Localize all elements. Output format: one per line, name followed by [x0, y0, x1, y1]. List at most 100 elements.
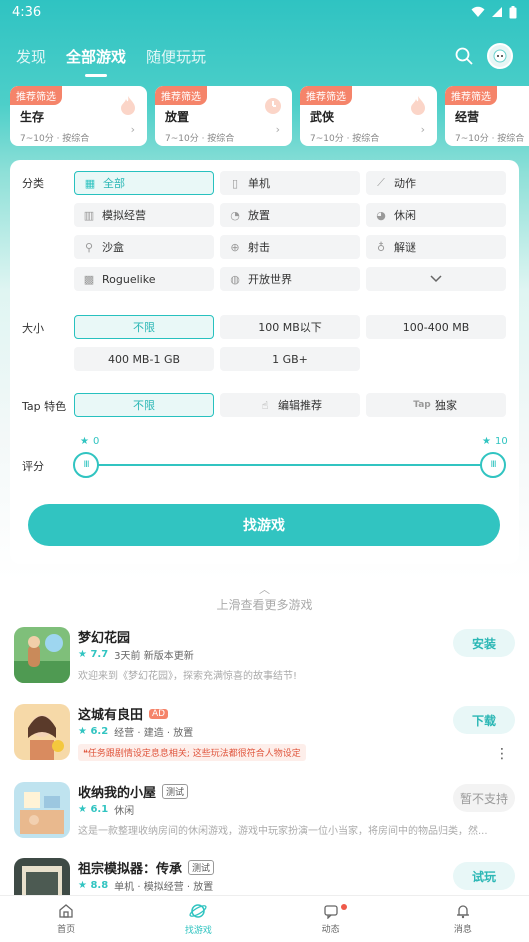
game-icon[interactable] [14, 782, 70, 838]
chip-label: 射击 [248, 241, 270, 254]
chevron-right-icon: › [275, 123, 280, 136]
size-label: 大小 [22, 322, 44, 335]
preset-meta: 7~10分 · 按综合 [20, 134, 90, 144]
chip-label: 动作 [394, 177, 416, 190]
preset-card-management[interactable]: 推荐筛选 经营 7~10分 · 按综合 [445, 86, 529, 146]
preset-card-idle[interactable]: 推荐筛选 放置 7~10分 · 按综合 › [155, 86, 292, 146]
bell-icon [456, 905, 469, 919]
game-meta: ★ 7.7 3天前 新版本更新 [78, 647, 194, 662]
size-chip-100-400mb[interactable]: 100-400 MB [366, 315, 506, 339]
category-expand-button[interactable] [366, 267, 506, 291]
game-title-text: 梦幻花园 [78, 631, 131, 646]
game-icon[interactable] [14, 627, 70, 683]
tap-chip-exclusive[interactable]: Tap 独家 [366, 393, 506, 417]
game-icon[interactable] [14, 704, 70, 760]
category-chip-casual[interactable]: ◕ 休闲 [366, 203, 506, 227]
category-chip-puzzle[interactable]: ♁ 解谜 [366, 235, 506, 259]
preset-card-survival[interactable]: 推荐筛选 生存 7~10分 · 按综合 › [10, 86, 147, 146]
wifi-icon [471, 6, 485, 17]
chip-label: 沙盒 [102, 241, 124, 254]
rating-max-value: ★ 10 [482, 436, 508, 447]
rating-min-value: ★ 0 [80, 436, 99, 447]
warning-text: 任务跟剧情设定息息相关; 这些玩法都很符合人物设定 [87, 749, 301, 759]
avatar[interactable] [487, 43, 513, 69]
game-list-item[interactable]: 收纳我的小屋 测试 ★ 6.1 休闲 这是一款整理收纳房间的休闲游戏，游戏中玩家… [14, 782, 519, 842]
download-button[interactable]: 下载 [453, 706, 515, 734]
category-chip-roguelike[interactable]: ▩ Roguelike [74, 267, 214, 291]
tab-discover[interactable]: 发现 [16, 46, 46, 67]
find-game-button[interactable]: 找游戏 [28, 504, 500, 546]
game-title-text: 收纳我的小屋 [78, 786, 157, 801]
notification-dot [341, 904, 348, 910]
rating-min-text: 0 [92, 436, 100, 447]
size-chip-any[interactable]: 不限 [74, 315, 214, 339]
category-chip-sandbox[interactable]: ⚲ 沙盒 [74, 235, 214, 259]
size-chip-under-100mb[interactable]: 100 MB以下 [220, 315, 360, 339]
battery-icon [509, 5, 517, 18]
status-time: 4:36 [12, 4, 42, 20]
sword-icon: ⟋ [377, 176, 385, 189]
try-play-button[interactable]: 试玩 [453, 862, 515, 890]
size-chip-400mb-1gb[interactable]: 400 MB-1 GB [74, 347, 214, 371]
game-rating: ★ 8.8 [78, 880, 109, 891]
test-badge: 测试 [188, 860, 215, 875]
alarm-clock-icon [265, 98, 281, 114]
category-chip-all[interactable]: ▦ 全部 [74, 171, 214, 195]
tab-random-play[interactable]: 随便玩玩 [146, 46, 206, 67]
game-title-text: 祖宗模拟器：传承 [78, 862, 183, 877]
home-icon [59, 904, 73, 918]
category-chip-action[interactable]: ⟋ 动作 [366, 171, 506, 195]
game-meta-text: 休闲 [114, 806, 135, 817]
game-list-item[interactable]: 这城有良田 AD ★ 6.2 经营 · 建造 · 放置 ❝任务跟剧情设定息息相关… [14, 704, 519, 766]
game-title: 收纳我的小屋 测试 [78, 782, 189, 801]
category-chip-open-world[interactable]: ◍ 开放世界 [220, 267, 360, 291]
tap-chip-editor-pick[interactable]: ☝ 编辑推荐 [220, 393, 360, 417]
star-icon: ★ [482, 436, 491, 447]
category-chip-idle[interactable]: ◔ 放置 [220, 203, 360, 227]
category-chip-shooter[interactable]: ⊕ 射击 [220, 235, 360, 259]
preset-tag: 推荐筛选 [10, 86, 62, 105]
chevron-right-icon: › [420, 123, 425, 136]
more-options-icon[interactable]: ⋮ [495, 746, 509, 762]
chip-label: 放置 [248, 209, 270, 222]
gamepad-icon: ▯ [231, 176, 239, 190]
install-button[interactable]: 安装 [453, 629, 515, 657]
chevron-up-icon: ︿ [259, 583, 270, 596]
shovel-icon: ⚲ [84, 240, 94, 254]
swipe-hint-text: 上滑查看更多游戏 [216, 598, 313, 612]
flame-icon [411, 96, 425, 115]
preset-meta: 7~10分 · 按综合 [455, 134, 525, 144]
chip-label: 开放世界 [248, 273, 292, 286]
top-nav: 发现 全部游戏 随便玩玩 [0, 36, 529, 76]
game-description: 这是一款整理收纳房间的休闲游戏，游戏中玩家扮演一位小当家，将房间中的物品归类，然… [78, 826, 488, 837]
tap-logo-icon: Tap [413, 400, 431, 410]
category-chip-simulation[interactable]: ▥ 模拟经营 [74, 203, 214, 227]
swipe-hint: ︿ 上滑查看更多游戏 [0, 584, 529, 613]
nav-label: 首页 [57, 925, 76, 935]
nav-home[interactable]: 首页 [0, 896, 132, 942]
search-icon[interactable] [455, 47, 473, 65]
chip-label: 全部 [103, 177, 125, 190]
tap-chip-any[interactable]: 不限 [74, 393, 214, 417]
preset-card-wuxia[interactable]: 推荐筛选 武侠 7~10分 · 按综合 › [300, 86, 437, 146]
filter-panel: 分类 ▦ 全部 ▯ 单机 ⟋ 动作 ▥ 模拟经营 ◔ 放置 ◕ 休闲 ⚲ 沙盒 … [10, 160, 519, 564]
rating-slider-min-handle[interactable]: III [73, 452, 99, 478]
bottom-nav: 首页 找游戏 动态 消息 [0, 895, 529, 942]
nav-messages[interactable]: 消息 [397, 896, 529, 942]
rating-slider-track[interactable] [84, 464, 492, 466]
nav-find-game[interactable]: 找游戏 [132, 896, 264, 942]
game-rating: ★ 7.7 [78, 649, 109, 660]
tab-all-games[interactable]: 全部游戏 [66, 46, 126, 67]
building-icon: ▥ [83, 208, 95, 222]
flame-icon [121, 96, 135, 115]
game-meta-text: 3天前 新版本更新 [114, 651, 194, 662]
size-chip-1gb-plus[interactable]: 1 GB+ [220, 347, 360, 371]
category-chip-single[interactable]: ▯ 单机 [220, 171, 360, 195]
game-list-item[interactable]: 祖宗模拟器：传承 测试 ★ 8.8 单机 · 模拟经营 · 放置 试玩 [14, 858, 519, 914]
game-rating: ★ 6.1 [78, 804, 109, 815]
status-icons [471, 5, 517, 19]
nav-feed[interactable]: 动态 [265, 896, 397, 942]
rating-slider-max-handle[interactable]: III [480, 452, 506, 478]
game-list-item[interactable]: 梦幻花园 ★ 7.7 3天前 新版本更新 欢迎来到《梦幻花园》，探索充满惊喜的故… [14, 627, 519, 687]
chevron-right-icon: › [130, 123, 135, 136]
